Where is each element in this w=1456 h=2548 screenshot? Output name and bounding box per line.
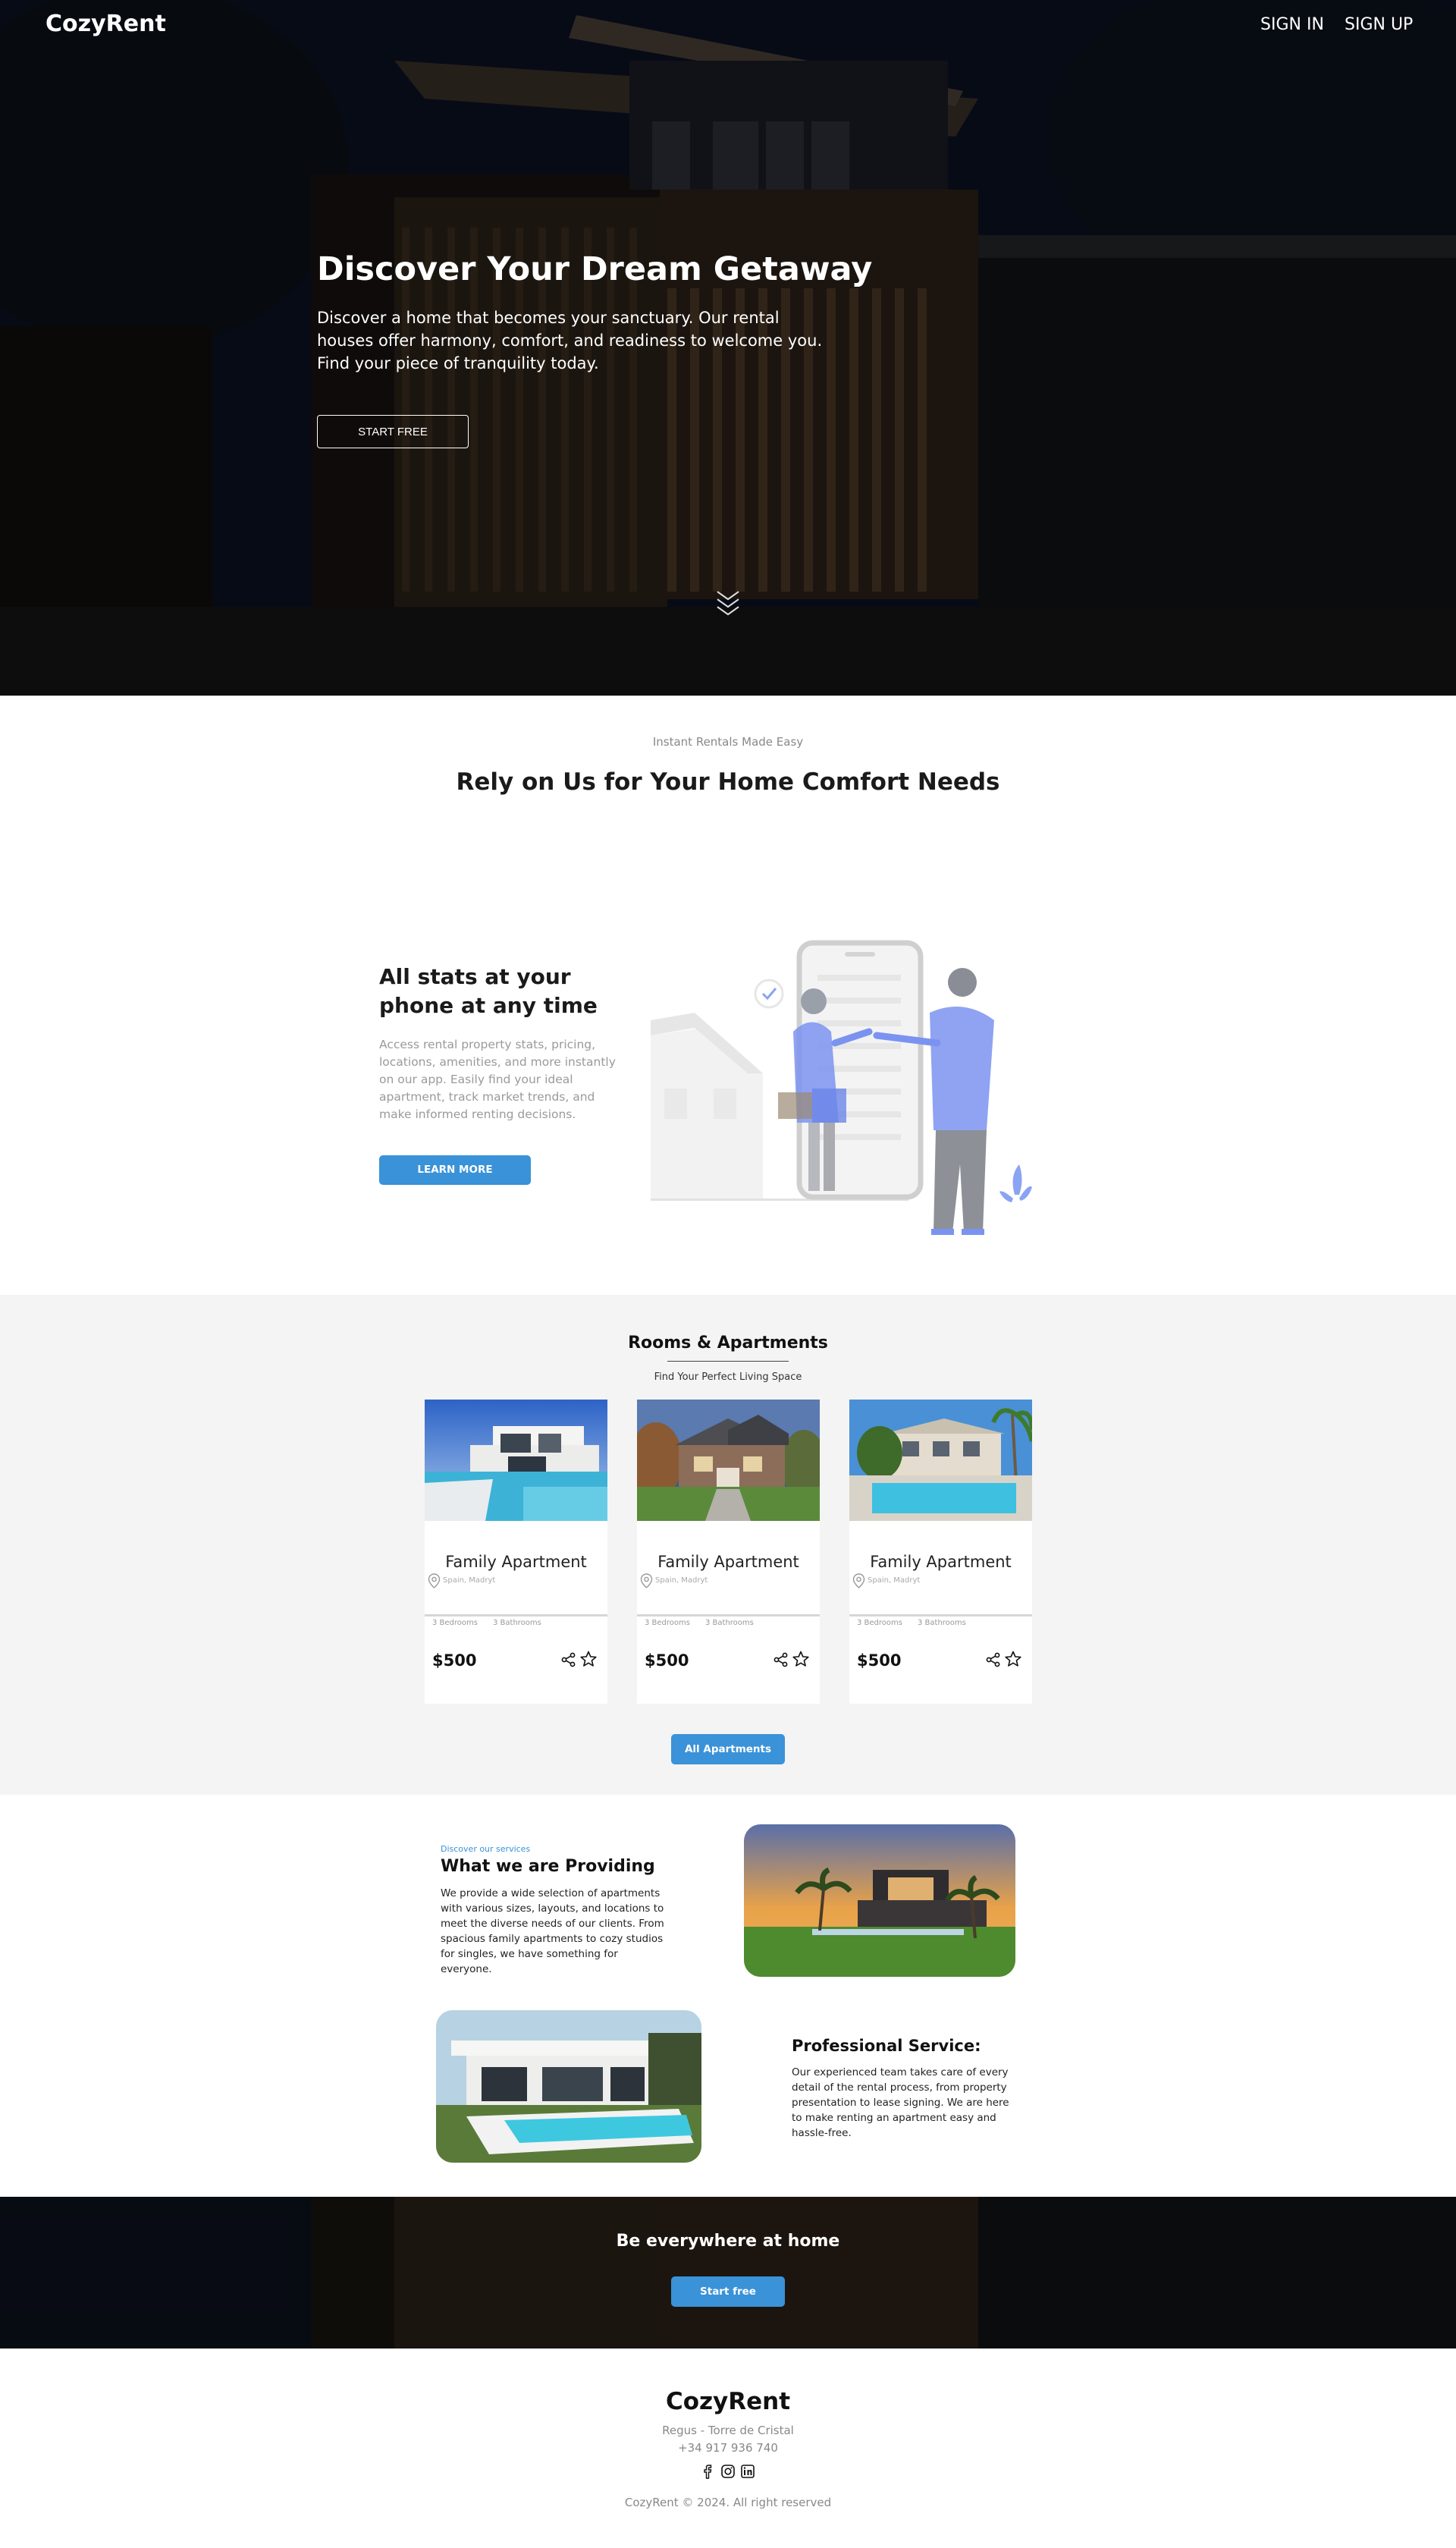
instagram-icon[interactable] [720,2464,736,2479]
apartment-photo[interactable] [637,1400,820,1521]
sign-up-link[interactable]: SIGN UP [1345,15,1413,34]
rooms-subtitle: Find Your Perfect Living Space [654,1371,802,1383]
start-free-button[interactable]: START FREE [317,415,469,448]
card-divider [849,1614,1032,1616]
phone-rental-illustration [651,940,1032,1235]
stats-description: Access rental property stats, pricing, l… [379,1038,616,1121]
apartment-card[interactable]: Family Apartment Spain, Madryt 3 Bedroom… [849,1400,1032,1704]
apartment-location: Spain, Madryt [868,1576,921,1585]
apartment-title: Family Apartment [870,1553,1012,1571]
apartment-title: Family Apartment [657,1553,799,1571]
facebook-icon[interactable] [701,2464,715,2479]
professional-service-description: Our experienced team takes care of every… [792,2066,1009,2139]
location-pin-icon [852,1573,865,1588]
apartment-price: $500 [857,1651,902,1670]
apartment-location: Spain, Madryt [655,1576,708,1585]
share-icon[interactable] [986,1652,1001,1667]
footer-phone: +34 917 936 740 [678,2441,778,2455]
bathrooms-count: 3 Bathrooms [493,1619,541,1627]
bathrooms-count: 3 Bathrooms [918,1619,966,1627]
share-icon[interactable] [561,1652,576,1667]
bedrooms-count: 3 Bedrooms [645,1619,690,1627]
card-divider [425,1614,607,1616]
apartment-location: Spain, Madryt [443,1576,496,1585]
villa-sunset-photo [744,1824,1015,1977]
footer-logo[interactable]: CozyRent [0,2388,1456,2415]
professional-service-title: Professional Service: [792,2037,981,2055]
services-tagline: Discover our services [441,1844,531,1854]
apartment-price: $500 [432,1651,477,1670]
footer-copyright: CozyRent © 2024. All right reserved [624,2496,832,2509]
hero-description: Discover a home that becomes your sanctu… [317,309,823,372]
bathrooms-count: 3 Bathrooms [705,1619,754,1627]
bedrooms-count: 3 Bedrooms [857,1619,902,1627]
services-description: We provide a wide selection of apartment… [441,1887,664,1975]
star-icon[interactable] [1005,1651,1021,1667]
stats-title: All stats at your phone at any time [379,964,598,1018]
card-divider [637,1614,820,1616]
location-pin-icon [428,1573,441,1588]
bedrooms-count: 3 Bedrooms [432,1619,478,1627]
cta-title: Be everywhere at home [616,2232,840,2251]
cta-banner [0,2197,1456,2348]
learn-more-button[interactable]: LEARN MORE [379,1155,531,1185]
rooms-title-underline [667,1361,789,1362]
apartment-photo[interactable] [425,1400,607,1521]
cta-background-house [0,2197,1456,2348]
intro-title: Rely on Us for Your Home Comfort Needs [456,768,1000,796]
start-free-cta-button[interactable]: Start free [671,2276,785,2307]
chevrons-down-icon[interactable] [716,589,740,616]
apartment-card[interactable]: Family Apartment Spain, Madryt 3 Bedroom… [425,1400,607,1704]
modern-villa-pool-photo [436,2010,701,2163]
services-title: What we are Providing [441,1857,655,1876]
location-pin-icon [640,1573,653,1588]
apartment-title: Family Apartment [445,1553,587,1571]
hero-section: CozyRent SIGN IN SIGN UP Discover Your D… [0,0,1456,696]
star-icon[interactable] [792,1651,809,1667]
brand-logo[interactable]: CozyRent [46,11,166,37]
apartment-photo[interactable] [849,1400,1032,1521]
share-icon[interactable] [774,1652,789,1667]
linkedin-icon[interactable] [740,2464,755,2479]
sign-in-link[interactable]: SIGN IN [1260,15,1324,34]
rooms-title: Rooms & Apartments [628,1334,828,1353]
star-icon[interactable] [580,1651,597,1667]
apartment-price: $500 [645,1651,689,1670]
hero-title: Discover Your Dream Getaway [317,250,873,288]
all-apartments-button[interactable]: All Apartments [671,1734,785,1764]
footer-address: Regus - Torre de Cristal [662,2424,794,2437]
apartment-card[interactable]: Family Apartment Spain, Madryt 3 Bedroom… [637,1400,820,1704]
intro-tagline: Instant Rentals Made Easy [652,735,804,749]
top-navbar: CozyRent SIGN IN SIGN UP [0,0,1456,50]
